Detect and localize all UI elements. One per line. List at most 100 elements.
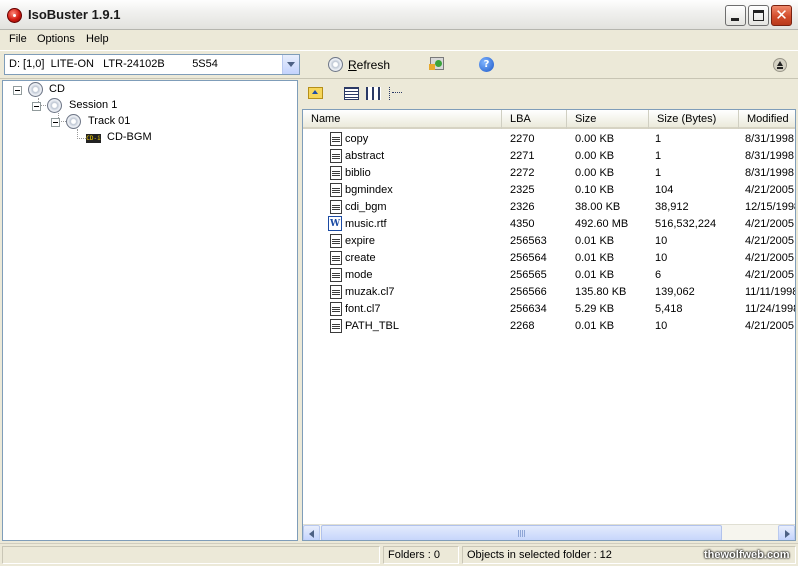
list-item[interactable]: Wmusic.rtf 4350 492.60 MB 516,532,224 4/21/2… xyxy=(303,216,795,233)
collapse-icon[interactable] xyxy=(32,102,41,111)
cell-lba: 256563 xyxy=(510,235,547,247)
refresh-button[interactable]: Refresh xyxy=(326,54,394,76)
cell-name: font.cl7 xyxy=(345,303,381,315)
list-item[interactable]: mode 256565 0.01 KB 6 4/21/2005 xyxy=(303,267,795,284)
cell-size: 5.29 KB xyxy=(575,303,615,315)
list-item[interactable]: PATH_TBL 2268 0.01 KB 10 4/21/2005 xyxy=(303,318,795,335)
minimize-button[interactable] xyxy=(725,5,746,26)
list-item[interactable]: expire 256563 0.01 KB 10 4/21/2005 xyxy=(303,233,795,250)
cell-size: 0.00 KB xyxy=(575,133,615,145)
horizontal-scrollbar[interactable] xyxy=(303,524,795,540)
file-list[interactable]: Name LBA Size Size (Bytes) Modified copy… xyxy=(302,109,796,541)
cell-name: mode xyxy=(345,269,373,281)
cell-lba: 256566 xyxy=(510,286,547,298)
up-folder-icon[interactable] xyxy=(308,87,323,99)
list-item[interactable]: muzak.cl7 256566 135.80 KB 139,062 11/11/199… xyxy=(303,284,795,301)
cell-lba: 256564 xyxy=(510,252,547,264)
file-icon xyxy=(330,149,342,163)
tree-item-cd[interactable]: CD xyxy=(13,82,93,98)
collapse-icon[interactable] xyxy=(51,118,60,127)
maximize-button[interactable] xyxy=(748,5,769,26)
menu-options[interactable]: Options xyxy=(37,33,75,45)
list-item[interactable]: copy 2270 0.00 KB 1 8/31/1998 xyxy=(303,131,795,148)
list-item[interactable]: font.cl7 256634 5.29 KB 5,418 11/24/1998 xyxy=(303,301,796,318)
list-view-icon[interactable] xyxy=(366,87,381,100)
cell-modified: 8/31/1998 xyxy=(745,150,794,162)
scroll-left-icon[interactable] xyxy=(303,525,320,540)
refresh-label-accelerator: R xyxy=(348,58,357,72)
cell-size: 0.10 KB xyxy=(575,184,615,196)
scroll-thumb[interactable] xyxy=(321,525,722,540)
cell-modified: 12/15/1998 xyxy=(745,201,796,213)
cell-size-bytes: 38,912 xyxy=(655,201,689,213)
list-item[interactable]: cdi_bgm 2326 38.00 KB 38,912 12/15/1998 xyxy=(303,199,796,216)
file-icon xyxy=(330,183,342,197)
file-icon xyxy=(330,166,342,180)
watermark: thewolfweb.com xyxy=(704,549,790,561)
cell-size-bytes: 10 xyxy=(655,252,668,264)
maximize-icon xyxy=(753,10,764,21)
extract-icon[interactable] xyxy=(429,57,444,70)
cell-size-bytes: 1 xyxy=(655,150,662,162)
menu-help[interactable]: Help xyxy=(86,33,109,45)
list-item[interactable]: biblio 2272 0.00 KB 1 8/31/1998 xyxy=(303,165,795,182)
cell-modified: 4/21/2005 xyxy=(745,269,794,281)
menu-file[interactable]: File xyxy=(9,33,27,45)
cd-disc-icon xyxy=(47,98,62,113)
list-item[interactable]: abstract 2271 0.00 KB 1 8/31/1998 xyxy=(303,148,795,165)
tree-item-filesystem[interactable]: CD-i CD-BGM xyxy=(86,130,186,146)
cell-size-bytes: 5,418 xyxy=(655,303,683,315)
title-bar: IsoBuster 1.9.1 ✕ xyxy=(0,0,798,30)
close-button[interactable]: ✕ xyxy=(771,5,792,26)
cell-modified: 8/31/1998 xyxy=(745,167,794,179)
refresh-label-text: efresh xyxy=(356,58,391,72)
cell-lba: 256565 xyxy=(510,269,547,281)
cell-modified: 4/21/2005 xyxy=(745,235,794,247)
cell-size: 0.01 KB xyxy=(575,269,615,281)
cell-name: abstract xyxy=(345,150,385,162)
cell-size-bytes: 104 xyxy=(655,184,674,196)
tree-pane[interactable]: CD Session 1 Track 01 CD-i CD-BGM xyxy=(2,80,298,541)
column-header-name[interactable]: Name xyxy=(303,110,502,129)
column-header-size-bytes[interactable]: Size (Bytes) xyxy=(649,110,739,129)
scroll-right-icon[interactable] xyxy=(778,525,795,540)
file-icon xyxy=(330,268,342,282)
cell-modified: 11/24/1998 xyxy=(745,303,796,315)
cell-lba: 2271 xyxy=(510,150,535,162)
cell-size-bytes: 516,532,224 xyxy=(655,218,717,230)
column-header-lba[interactable]: LBA xyxy=(502,110,567,129)
cd-disc-icon xyxy=(66,114,81,129)
cell-size: 0.00 KB xyxy=(575,167,615,179)
column-header-size[interactable]: Size xyxy=(567,110,649,129)
cell-lba: 2326 xyxy=(510,201,535,213)
cdi-filesystem-icon: CD-i xyxy=(86,134,101,143)
tree-item-track[interactable]: Track 01 xyxy=(51,114,161,130)
isobuster-app-icon[interactable] xyxy=(7,8,22,23)
column-header-modified[interactable]: Modified xyxy=(739,110,795,129)
status-bar: Folders : 0 Objects in selected folder :… xyxy=(0,543,798,566)
file-icon xyxy=(330,285,342,299)
cell-name: bgmindex xyxy=(345,184,393,196)
cell-size: 492.60 MB xyxy=(575,218,629,230)
file-icon xyxy=(330,251,342,265)
tree-view-icon[interactable] xyxy=(389,87,404,100)
tree-item-label: Track 01 xyxy=(88,115,131,127)
cell-size: 0.01 KB xyxy=(575,235,615,247)
eject-icon[interactable] xyxy=(773,58,787,72)
minimize-icon xyxy=(731,18,739,21)
collapse-icon[interactable] xyxy=(13,86,22,95)
chevron-down-icon[interactable] xyxy=(282,55,299,74)
drive-select[interactable]: D: [1,0] LITE-ON LTR-24102B 5S54 xyxy=(4,54,300,75)
cell-size: 0.00 KB xyxy=(575,150,615,162)
list-item[interactable]: bgmindex 2325 0.10 KB 104 4/21/2005 xyxy=(303,182,795,199)
details-view-icon[interactable] xyxy=(344,87,359,100)
cell-size-bytes: 1 xyxy=(655,167,662,179)
cd-disc-icon xyxy=(28,82,43,97)
cell-modified: 8/31/1998 xyxy=(745,133,794,145)
cell-modified: 4/21/2005 xyxy=(745,320,794,332)
list-item[interactable]: create 256564 0.01 KB 10 4/21/2005 xyxy=(303,250,795,267)
tree-item-session[interactable]: Session 1 xyxy=(32,98,142,114)
help-icon[interactable]: ? xyxy=(479,57,494,72)
cell-lba: 2325 xyxy=(510,184,535,196)
cell-name: biblio xyxy=(345,167,371,179)
